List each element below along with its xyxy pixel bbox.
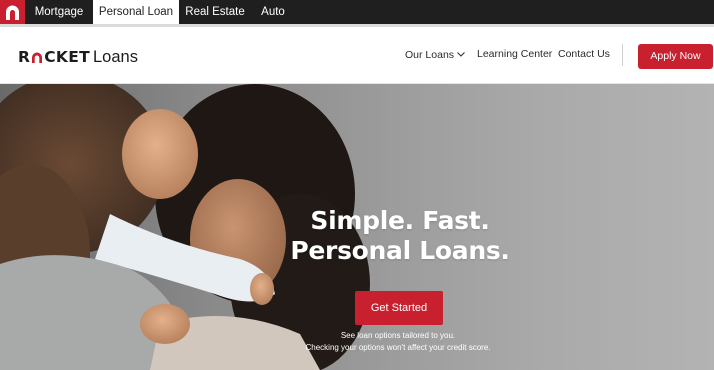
nav-learning-center[interactable]: Learning Center bbox=[477, 48, 552, 60]
chevron-down-icon bbox=[457, 48, 465, 60]
site-header: R CKET Loans Our Loans Learning Center Con… bbox=[0, 24, 714, 84]
hero-title-line-2: Personal Loans. bbox=[290, 236, 510, 265]
logo-o-mark bbox=[30, 50, 44, 63]
logo-rocket-cket: CKET bbox=[44, 48, 90, 66]
nav-our-loans[interactable]: Our Loans bbox=[405, 48, 465, 61]
rocket-logo-icon[interactable] bbox=[0, 0, 25, 24]
hero-fine-print-1: See loan options tailored to you. bbox=[340, 331, 456, 340]
nav-our-loans-label: Our Loans bbox=[405, 49, 455, 61]
tab-personal-loan[interactable]: Personal Loan bbox=[93, 0, 179, 24]
logo-loans: Loans bbox=[93, 48, 138, 66]
get-started-button[interactable]: Get Started bbox=[355, 291, 443, 325]
hero-fine-print-2: Checking your options won't affect your … bbox=[305, 343, 491, 352]
nav-divider bbox=[622, 44, 623, 66]
logo-rocket-r: R bbox=[18, 48, 31, 66]
tab-real-estate[interactable]: Real Estate bbox=[179, 0, 251, 24]
product-tab-bar: Mortgage Personal Loan Real Estate Auto bbox=[0, 0, 714, 24]
apply-now-button[interactable]: Apply Now bbox=[638, 44, 713, 69]
hero-title-line-1: Simple. Fast. bbox=[310, 206, 490, 235]
hero-banner: Simple. Fast. Personal Loans. Get Starte… bbox=[0, 84, 714, 370]
nav-contact-us[interactable]: Contact Us bbox=[558, 48, 610, 60]
tab-auto[interactable]: Auto bbox=[251, 0, 295, 24]
hero-title: Simple. Fast. Personal Loans. bbox=[270, 206, 530, 266]
tab-mortgage[interactable]: Mortgage bbox=[25, 0, 93, 24]
rocket-loans-logo[interactable]: R CKET Loans bbox=[18, 48, 138, 68]
